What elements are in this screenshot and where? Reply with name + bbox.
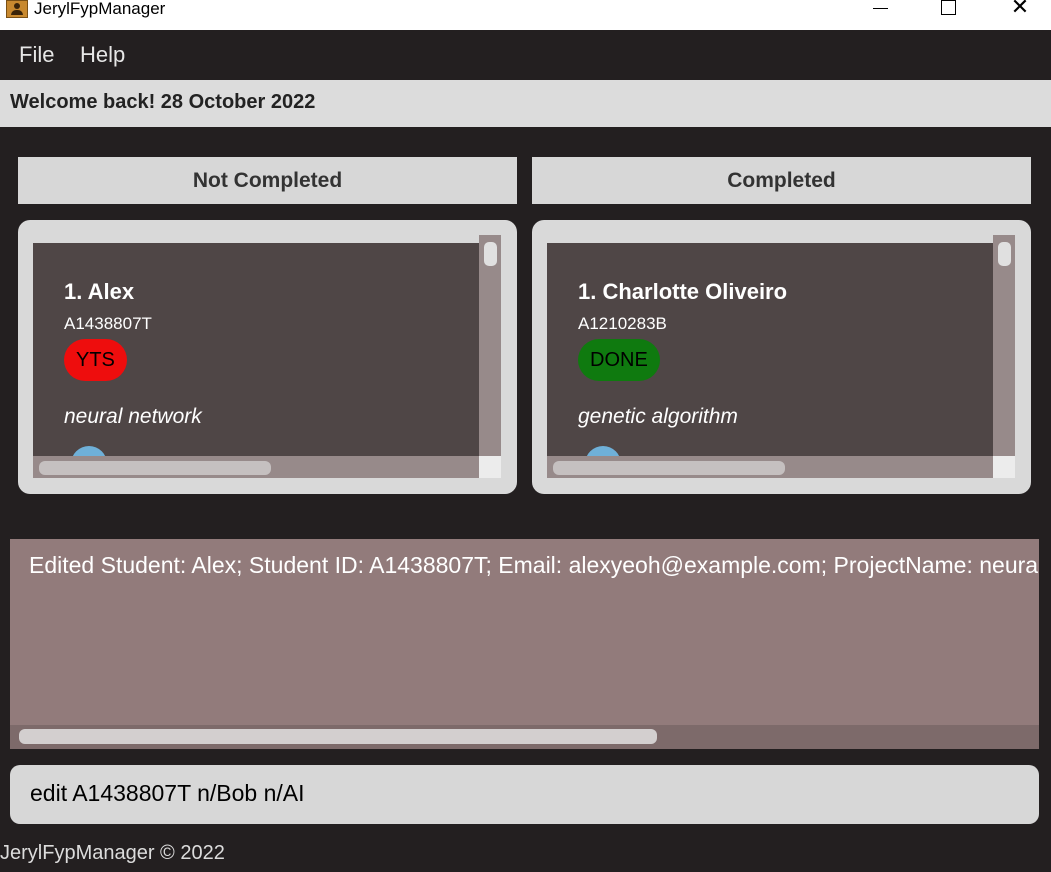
horizontal-scrollbar[interactable] xyxy=(10,725,1039,749)
student-id: A1210283B xyxy=(578,314,667,333)
status-badge: DONE xyxy=(578,339,660,381)
completed-panel: 1. Charlotte Oliveiro A1210283B DONE gen… xyxy=(532,220,1031,494)
result-display: Edited Student: Alex; Student ID: A14388… xyxy=(10,539,1039,749)
horizontal-scrollbar[interactable] xyxy=(33,456,479,478)
close-button[interactable]: ✕ xyxy=(1000,0,1040,22)
avatar xyxy=(585,446,621,456)
window-title: JerylFypManager xyxy=(34,0,166,18)
completed-header: Completed xyxy=(532,157,1031,204)
student-name: 1. Charlotte Oliveiro xyxy=(578,279,788,304)
title-bar: JerylFypManager ✕ xyxy=(0,0,1051,30)
student-name: 1. Alex xyxy=(64,279,135,304)
close-icon: ✕ xyxy=(1010,0,1030,20)
status-badge: YTS xyxy=(64,339,127,381)
welcome-text: Welcome back! 28 October 2022 xyxy=(10,91,316,113)
scroll-thumb[interactable] xyxy=(39,461,271,475)
scroll-thumb[interactable] xyxy=(484,242,497,266)
scroll-thumb[interactable] xyxy=(553,461,785,475)
app-icon xyxy=(6,0,28,18)
not-completed-panel: 1. Alex A1438807T YTS neural network xyxy=(18,220,517,494)
result-text: Edited Student: Alex; Student ID: A14388… xyxy=(29,552,1039,578)
command-input[interactable]: edit A1438807T n/Bob n/AI xyxy=(10,765,1039,824)
student-list: 1. Alex A1438807T YTS neural network xyxy=(33,243,479,456)
scroll-thumb[interactable] xyxy=(998,242,1011,266)
scroll-corner xyxy=(993,456,1015,478)
vertical-scrollbar[interactable] xyxy=(993,235,1015,456)
scroll-thumb[interactable] xyxy=(19,729,657,744)
maximize-button[interactable] xyxy=(929,0,969,22)
project-name: neural network xyxy=(64,405,202,428)
avatar xyxy=(71,446,107,456)
menu-bar: File Help xyxy=(0,30,1051,80)
command-text: edit A1438807T n/Bob n/AI xyxy=(30,780,305,806)
project-name: genetic algorithm xyxy=(578,405,738,428)
minimize-button[interactable] xyxy=(860,0,900,22)
not-completed-header: Not Completed xyxy=(18,157,517,204)
menu-help[interactable]: Help xyxy=(80,41,125,69)
welcome-banner: Welcome back! 28 October 2022 xyxy=(0,80,1051,127)
student-id: A1438807T xyxy=(64,314,152,333)
vertical-scrollbar[interactable] xyxy=(479,235,501,456)
scroll-corner xyxy=(479,456,501,478)
status-footer: JerylFypManager © 2022 xyxy=(0,842,225,864)
menu-file[interactable]: File xyxy=(19,41,54,69)
student-list: 1. Charlotte Oliveiro A1210283B DONE gen… xyxy=(547,243,993,456)
horizontal-scrollbar[interactable] xyxy=(547,456,993,478)
